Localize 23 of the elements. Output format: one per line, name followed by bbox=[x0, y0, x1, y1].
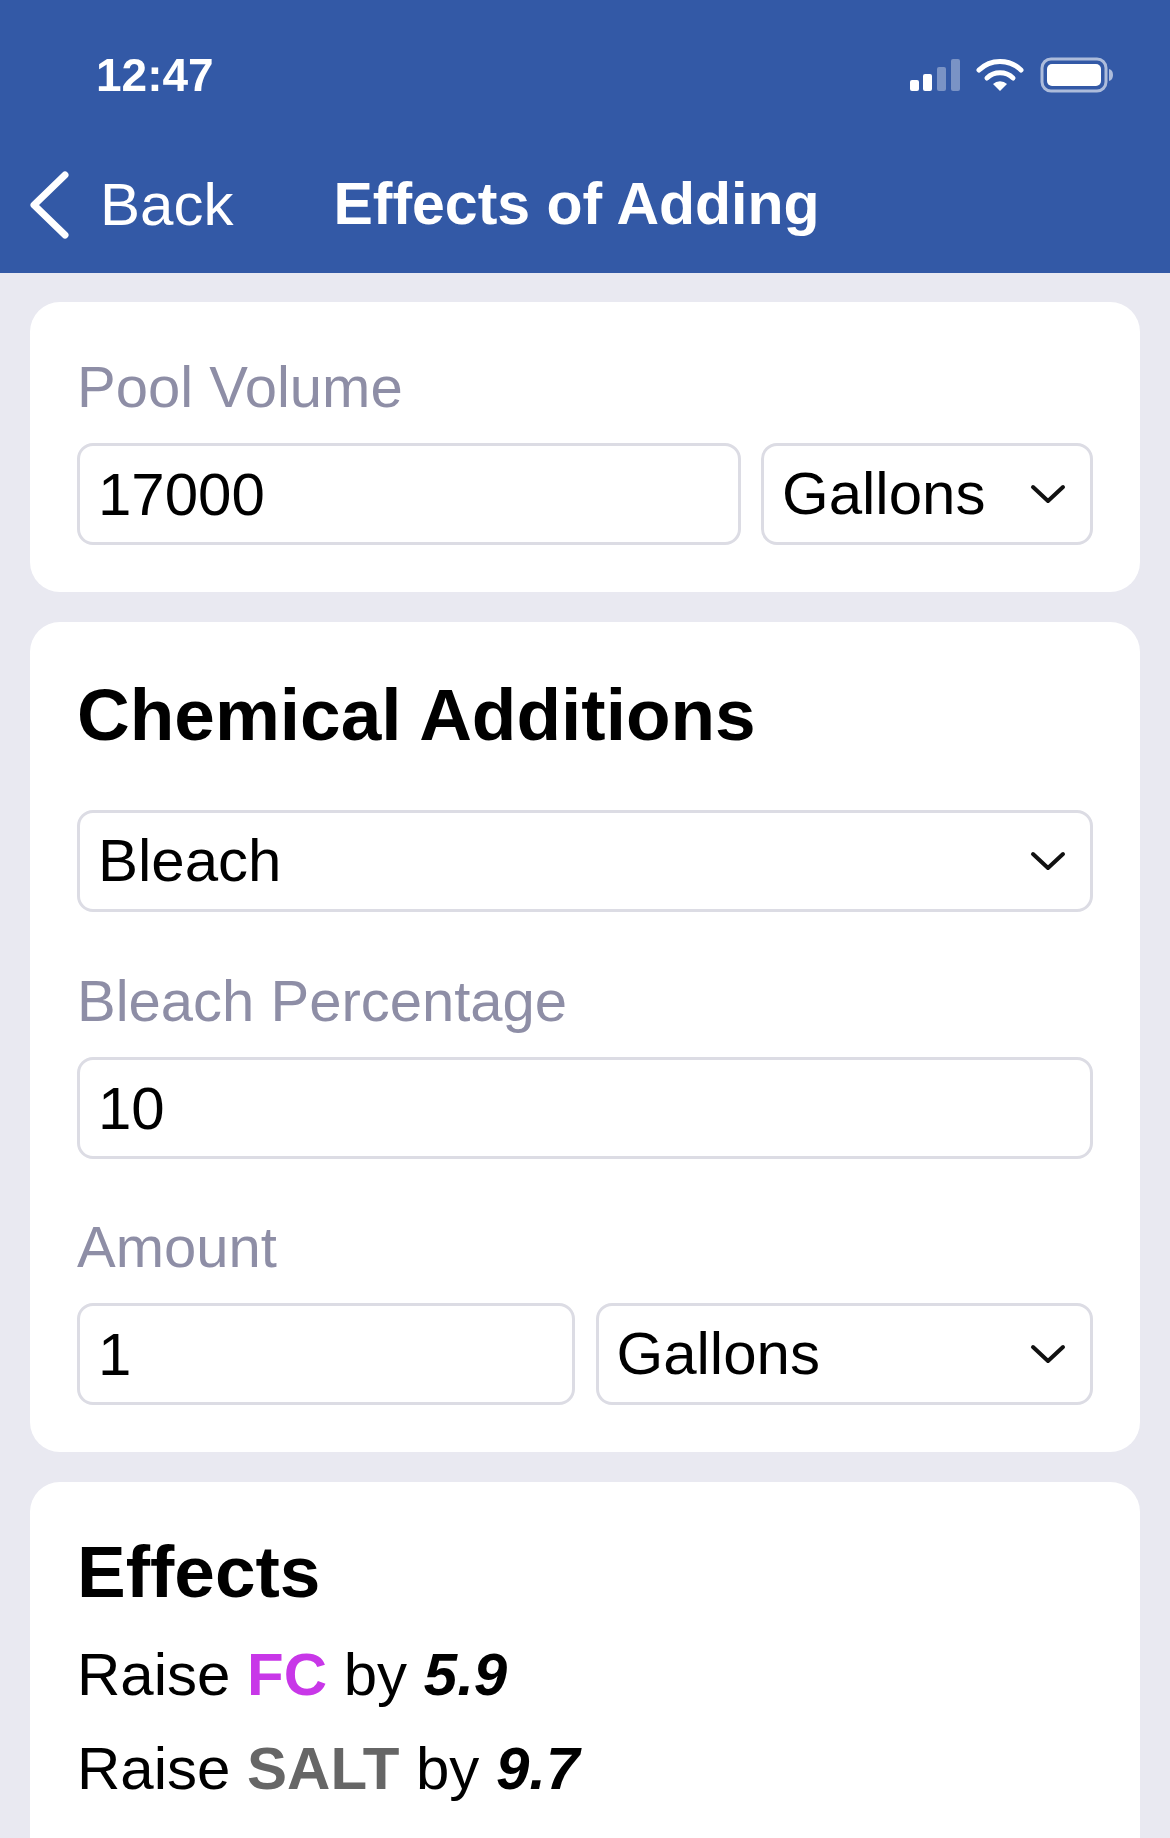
effect-text: Raise FC by 5.9 bbox=[77, 1640, 508, 1710]
chevron-down-icon bbox=[1030, 851, 1066, 871]
section-title: Effects bbox=[77, 1530, 321, 1614]
signal-icon bbox=[910, 59, 960, 91]
chevron-left-icon bbox=[28, 170, 70, 239]
battery-icon bbox=[1040, 57, 1114, 93]
unit-select[interactable]: Gallons bbox=[595, 1303, 1093, 1405]
page-title: Effects of Adding bbox=[333, 175, 820, 234]
field-label: Pool Volume bbox=[77, 353, 403, 421]
section-title: Chemical Additions bbox=[77, 673, 756, 757]
field-label: Amount bbox=[77, 1213, 277, 1281]
chevron-down-icon bbox=[1030, 1344, 1066, 1364]
percentage-input[interactable]: 10 bbox=[77, 1057, 1093, 1159]
chevron-down-icon bbox=[1030, 484, 1066, 504]
effect-text: Raise SALT by 9.7 bbox=[77, 1734, 580, 1804]
volume-input[interactable]: 17000 bbox=[77, 443, 741, 545]
field-label: Bleach Percentage bbox=[77, 967, 568, 1035]
status-time: 12:47 bbox=[96, 52, 214, 98]
wifi-icon bbox=[976, 57, 1024, 93]
amount-input[interactable]: 1 bbox=[77, 1303, 575, 1405]
back-button[interactable]: Back bbox=[28, 170, 234, 239]
unit-select[interactable]: Gallons bbox=[761, 443, 1093, 545]
chemical-select[interactable]: Bleach bbox=[77, 810, 1093, 912]
